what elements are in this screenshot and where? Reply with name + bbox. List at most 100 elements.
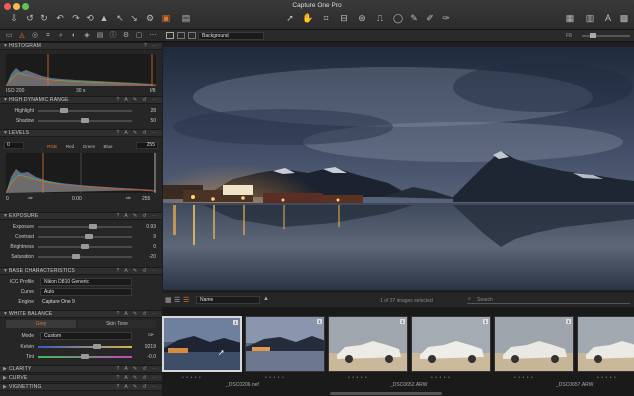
kelvin-slider[interactable] (38, 344, 132, 349)
channel-tab-rgb[interactable]: RGB (44, 143, 60, 151)
warning-icon[interactable]: ▲ (98, 12, 110, 24)
compare-view-icon[interactable]: ▥ (584, 12, 596, 24)
exposure-slider-value[interactable]: 0.93 (136, 224, 156, 230)
highlight-knob[interactable] (60, 108, 69, 113)
exposure-slider[interactable] (38, 234, 132, 239)
main-image-viewer[interactable] (163, 47, 634, 290)
filmstrip-scrollbar[interactable] (330, 392, 442, 395)
exposure-slider-knob[interactable] (81, 244, 89, 249)
tool-actions-icon[interactable]: ? A ✎ ↺ ⋯ (117, 384, 160, 391)
channel-tab-green[interactable]: Green (80, 143, 98, 151)
thumbnail[interactable]: 1 (328, 316, 408, 372)
text-overlay-icon[interactable]: A (602, 12, 614, 24)
icc-profile-select[interactable]: Nikon D810 Generic (40, 278, 132, 286)
exposure-slider[interactable] (38, 254, 132, 259)
thumbnail[interactable]: 1 (494, 316, 574, 372)
color-tab-icon[interactable]: ◐ (69, 31, 79, 41)
levels-high-input[interactable]: 255 (136, 142, 158, 149)
list-view-icon[interactable]: ☰ (174, 296, 180, 304)
white-balance-header[interactable]: ▼ WHITE BALANCE ? A ✎ ↺ ⋯ (0, 310, 162, 318)
rating-dots[interactable]: ••••• (182, 375, 203, 381)
rating-dots[interactable]: ••••• (348, 375, 369, 381)
tool-actions-icon[interactable]: ? A ✎ ↺ ⋯ (117, 311, 160, 318)
eyedropper-icon[interactable]: ✑ (28, 195, 33, 202)
crop-tab-icon[interactable]: ⌗ (43, 31, 53, 41)
histogram-header[interactable]: ▼ HISTOGRAM ? ⋯ (0, 42, 162, 50)
output-tab-icon[interactable]: ⚙ (121, 31, 131, 41)
wb-tab-grey[interactable]: Grey (6, 320, 76, 328)
crop-tool-icon[interactable]: ⌗ (320, 12, 332, 24)
sort-select[interactable]: Name (196, 296, 260, 304)
tint-knob[interactable] (81, 354, 89, 359)
apply-adjustments-icon[interactable]: ↘ (128, 12, 140, 24)
library-tab-icon[interactable]: ▭ (4, 31, 14, 41)
highlight-slider[interactable] (38, 108, 132, 113)
clarity-header[interactable]: ▶ CLARITY ? A ✎ ↺ ⋯ (0, 365, 162, 373)
rotate-left-icon[interactable]: ↺ (24, 12, 36, 24)
grid-view-icon[interactable]: ▦ (564, 12, 576, 24)
levels-low-input[interactable]: 0 (4, 142, 24, 149)
circle-tool-icon[interactable]: ◯ (392, 12, 404, 24)
tool-actions-icon[interactable]: ? A ✎ ↺ ⋯ (117, 130, 160, 137)
tool-actions-icon[interactable]: ? A ✎ ↺ ⋯ (117, 366, 160, 373)
wb-picker-icon[interactable]: ✑ (148, 331, 154, 339)
metadata-tab-icon[interactable]: ⓘ (108, 31, 118, 41)
rating-dots[interactable]: ••••• (597, 375, 618, 381)
exposure-slider-value[interactable]: -20 (136, 254, 156, 260)
spot-tool-icon[interactable]: ⎍ (374, 12, 386, 24)
pointer-tool-icon[interactable]: ➚ (284, 12, 296, 24)
proof-view-icon[interactable] (188, 32, 196, 39)
exposure-header[interactable]: ▼ EXPOSURE ? A ✎ ↺ ⋯ (0, 212, 162, 220)
tool-actions-icon[interactable]: ? A ✎ ↺ ⋯ (117, 268, 160, 275)
channel-tab-blue[interactable]: Blue (100, 143, 116, 151)
curve-header[interactable]: ▶ CURVE ? A ✎ ↺ ⋯ (0, 374, 162, 382)
tool-actions-icon[interactable]: ? A ✎ ↺ ⋯ (117, 375, 160, 382)
curve-select[interactable]: Auto (40, 288, 132, 296)
import-icon[interactable]: ⇩ (8, 12, 20, 24)
multi-view-icon[interactable] (177, 32, 185, 39)
channel-tab-red[interactable]: Red (62, 143, 78, 151)
vignetting-header[interactable]: ▶ VIGNETTING ? A ✎ ↺ ⋯ (0, 383, 162, 391)
tint-value[interactable]: -0.0 (136, 354, 156, 360)
brush-tool-icon[interactable]: ✎ (408, 12, 420, 24)
add-tab-icon[interactable]: ⋯ (148, 31, 158, 41)
thumbnail[interactable]: 1 (245, 316, 325, 372)
layers-tab-icon[interactable]: ▤ (95, 31, 105, 41)
gallery-icon[interactable]: ▩ (618, 12, 630, 24)
preview-icon[interactable]: ▤ (180, 12, 192, 24)
rating-dots[interactable]: ••••• (514, 375, 535, 381)
hdr-header[interactable]: ▼ HIGH DYNAMIC RANGE ? A ✎ ↺ ⋯ (0, 96, 162, 104)
kelvin-value[interactable]: 9219 (136, 344, 156, 350)
single-view-icon[interactable] (166, 32, 174, 39)
lens-tab-icon[interactable]: ◎ (30, 31, 40, 41)
wb-mode-select[interactable]: Custom (40, 332, 132, 340)
straighten-tool-icon[interactable]: ⊟ (338, 12, 350, 24)
shadow-slider[interactable] (38, 118, 132, 123)
levels-header[interactable]: ▼ LEVELS ? A ✎ ↺ ⋯ (0, 129, 162, 137)
shadow-knob[interactable] (81, 118, 89, 123)
batch-tab-icon[interactable]: ▢ (134, 31, 144, 41)
background-select[interactable]: Background (198, 32, 264, 40)
undo-icon[interactable]: ↶ (54, 12, 66, 24)
grid-thumbnail-icon[interactable]: ▦ (165, 296, 172, 304)
search-field[interactable]: ⌕ Search (467, 296, 630, 304)
levels-out-high[interactable]: 255 (142, 196, 150, 202)
exposure-slider-value[interactable]: 0 (136, 244, 156, 250)
pan-tool-icon[interactable]: ✋ (302, 12, 314, 24)
levels-graph[interactable] (6, 153, 156, 193)
rotate-right-icon[interactable]: ↻ (38, 12, 50, 24)
kelvin-knob[interactable] (93, 344, 102, 349)
tint-slider[interactable] (38, 354, 132, 359)
shadow-value[interactable]: 50 (136, 118, 156, 124)
exposure-tab-icon[interactable]: ◬ (17, 31, 27, 41)
thumbnail[interactable]: 1 ➚ (162, 316, 242, 372)
base-characteristics-header[interactable]: ▼ BASE CHARACTERISTICS ? A ✎ ↺ ⋯ (0, 267, 162, 275)
tool-actions-icon[interactable]: ? A ✎ ↺ ⋯ (117, 97, 160, 104)
wb-tab-skin-tone[interactable]: Skin Tone (78, 320, 156, 328)
highlight-value[interactable]: 28 (136, 108, 156, 114)
picker-tool-icon[interactable]: ✑ (440, 12, 452, 24)
settings-gear-icon[interactable]: ⚙ (144, 12, 156, 24)
thumbnail[interactable]: 1 (577, 316, 634, 372)
eyedropper-icon[interactable]: ✑ (126, 195, 131, 202)
exposure-slider[interactable] (38, 244, 132, 249)
